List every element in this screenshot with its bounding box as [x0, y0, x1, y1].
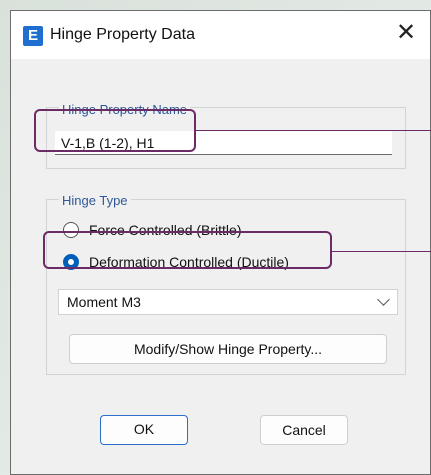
window-title: Hinge Property Data	[50, 26, 195, 43]
title-bar: E Hinge Property Data ✕	[11, 11, 430, 59]
moment-dropdown[interactable]: Moment M3	[58, 289, 398, 315]
name-field-leader-line	[196, 130, 431, 131]
app-icon: E	[23, 26, 43, 46]
moment-dropdown-value: Moment M3	[67, 294, 141, 310]
modify-show-hinge-property-button[interactable]: Modify/Show Hinge Property...	[69, 334, 387, 364]
deformation-option-leader-line	[332, 251, 431, 252]
chevron-down-icon	[377, 293, 390, 306]
ok-button[interactable]: OK	[100, 415, 188, 445]
close-button[interactable]: ✕	[392, 19, 420, 47]
name-field-highlight	[34, 109, 196, 152]
hinge-type-label: Hinge Type	[59, 193, 131, 208]
cancel-button[interactable]: Cancel	[260, 415, 348, 445]
deformation-option-highlight	[43, 231, 332, 269]
close-icon: ✕	[395, 19, 417, 46]
